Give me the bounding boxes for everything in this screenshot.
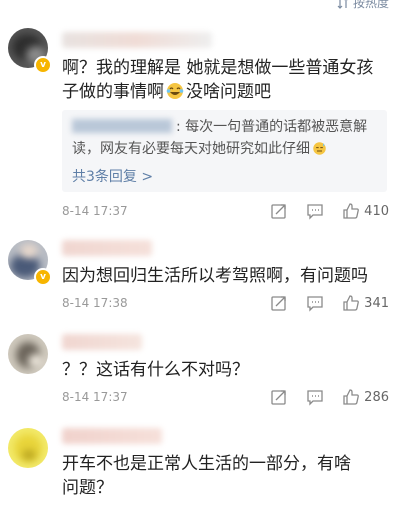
comment-text: 啊？我的理解是 她就是想做一些普通女孩子做的事情啊 没啥问题吧 bbox=[62, 58, 374, 102]
reply-username-blurred bbox=[72, 119, 172, 133]
comment-button[interactable] bbox=[306, 202, 324, 220]
like-button[interactable]: 341 bbox=[342, 294, 389, 312]
comment-icon bbox=[307, 296, 323, 312]
comment-meta: 8-14 17:37 410 bbox=[62, 202, 389, 222]
share-icon bbox=[271, 296, 286, 311]
avatar[interactable] bbox=[8, 334, 48, 374]
share-button[interactable] bbox=[270, 294, 288, 312]
timestamp: 8-14 17:37 bbox=[62, 204, 128, 218]
sort-label: 按热度 bbox=[352, 0, 389, 10]
view-replies-link[interactable]: 共3条回复 > bbox=[72, 166, 153, 186]
comment-icon bbox=[307, 390, 323, 406]
verified-badge-icon: v bbox=[34, 56, 52, 74]
top-bar: 按热度 bbox=[0, 0, 401, 12]
laughing-tears-emoji-icon bbox=[166, 83, 184, 99]
comment-button[interactable] bbox=[306, 388, 324, 406]
comment-button[interactable] bbox=[306, 294, 324, 312]
share-icon bbox=[271, 204, 286, 219]
verified-badge-icon: v bbox=[34, 268, 52, 286]
reply-preview[interactable]: : 每次一句普通的话都被恶意解读，网友有必要每天对她研究如此仔细 共3条回复 > bbox=[62, 110, 387, 192]
timestamp: 8-14 17:38 bbox=[62, 296, 128, 310]
like-button[interactable]: 286 bbox=[342, 388, 389, 406]
share-icon bbox=[271, 390, 286, 405]
comment-meta: 8-14 17:37 286 bbox=[62, 388, 389, 408]
comment-text: 开车不也是正常人生活的一部分，有啥问题？ bbox=[62, 454, 351, 498]
like-count: 341 bbox=[364, 295, 389, 311]
reply-text: : 每次一句普通的话都被恶意解读，网友有必要每天对她研究如此仔细 bbox=[72, 119, 368, 157]
like-button[interactable]: 410 bbox=[342, 202, 389, 220]
username-blurred[interactable] bbox=[62, 32, 212, 48]
comment-text: 因为想回归生活所以考驾照啊，有问题吗 bbox=[62, 266, 368, 286]
timestamp: 8-14 17:37 bbox=[62, 390, 128, 404]
like-count: 410 bbox=[364, 203, 389, 219]
comment-text: ？？这话有什么不对吗？ bbox=[62, 360, 249, 380]
username-blurred[interactable] bbox=[62, 240, 152, 256]
username-blurred[interactable] bbox=[62, 334, 142, 350]
avatar[interactable] bbox=[8, 428, 48, 468]
sort-toggle[interactable]: 按热度 bbox=[337, 0, 389, 11]
comment-icon bbox=[307, 204, 323, 220]
username-blurred[interactable] bbox=[62, 428, 162, 444]
comment-meta: 8-14 17:38 341 bbox=[62, 294, 389, 314]
sweat-emoji-icon bbox=[313, 142, 326, 155]
sort-icon bbox=[337, 0, 347, 9]
thumbs-up-icon bbox=[343, 295, 360, 311]
share-button[interactable] bbox=[270, 202, 288, 220]
thumbs-up-icon bbox=[343, 389, 360, 405]
like-count: 286 bbox=[364, 389, 389, 405]
share-button[interactable] bbox=[270, 388, 288, 406]
thumbs-up-icon bbox=[343, 203, 360, 219]
